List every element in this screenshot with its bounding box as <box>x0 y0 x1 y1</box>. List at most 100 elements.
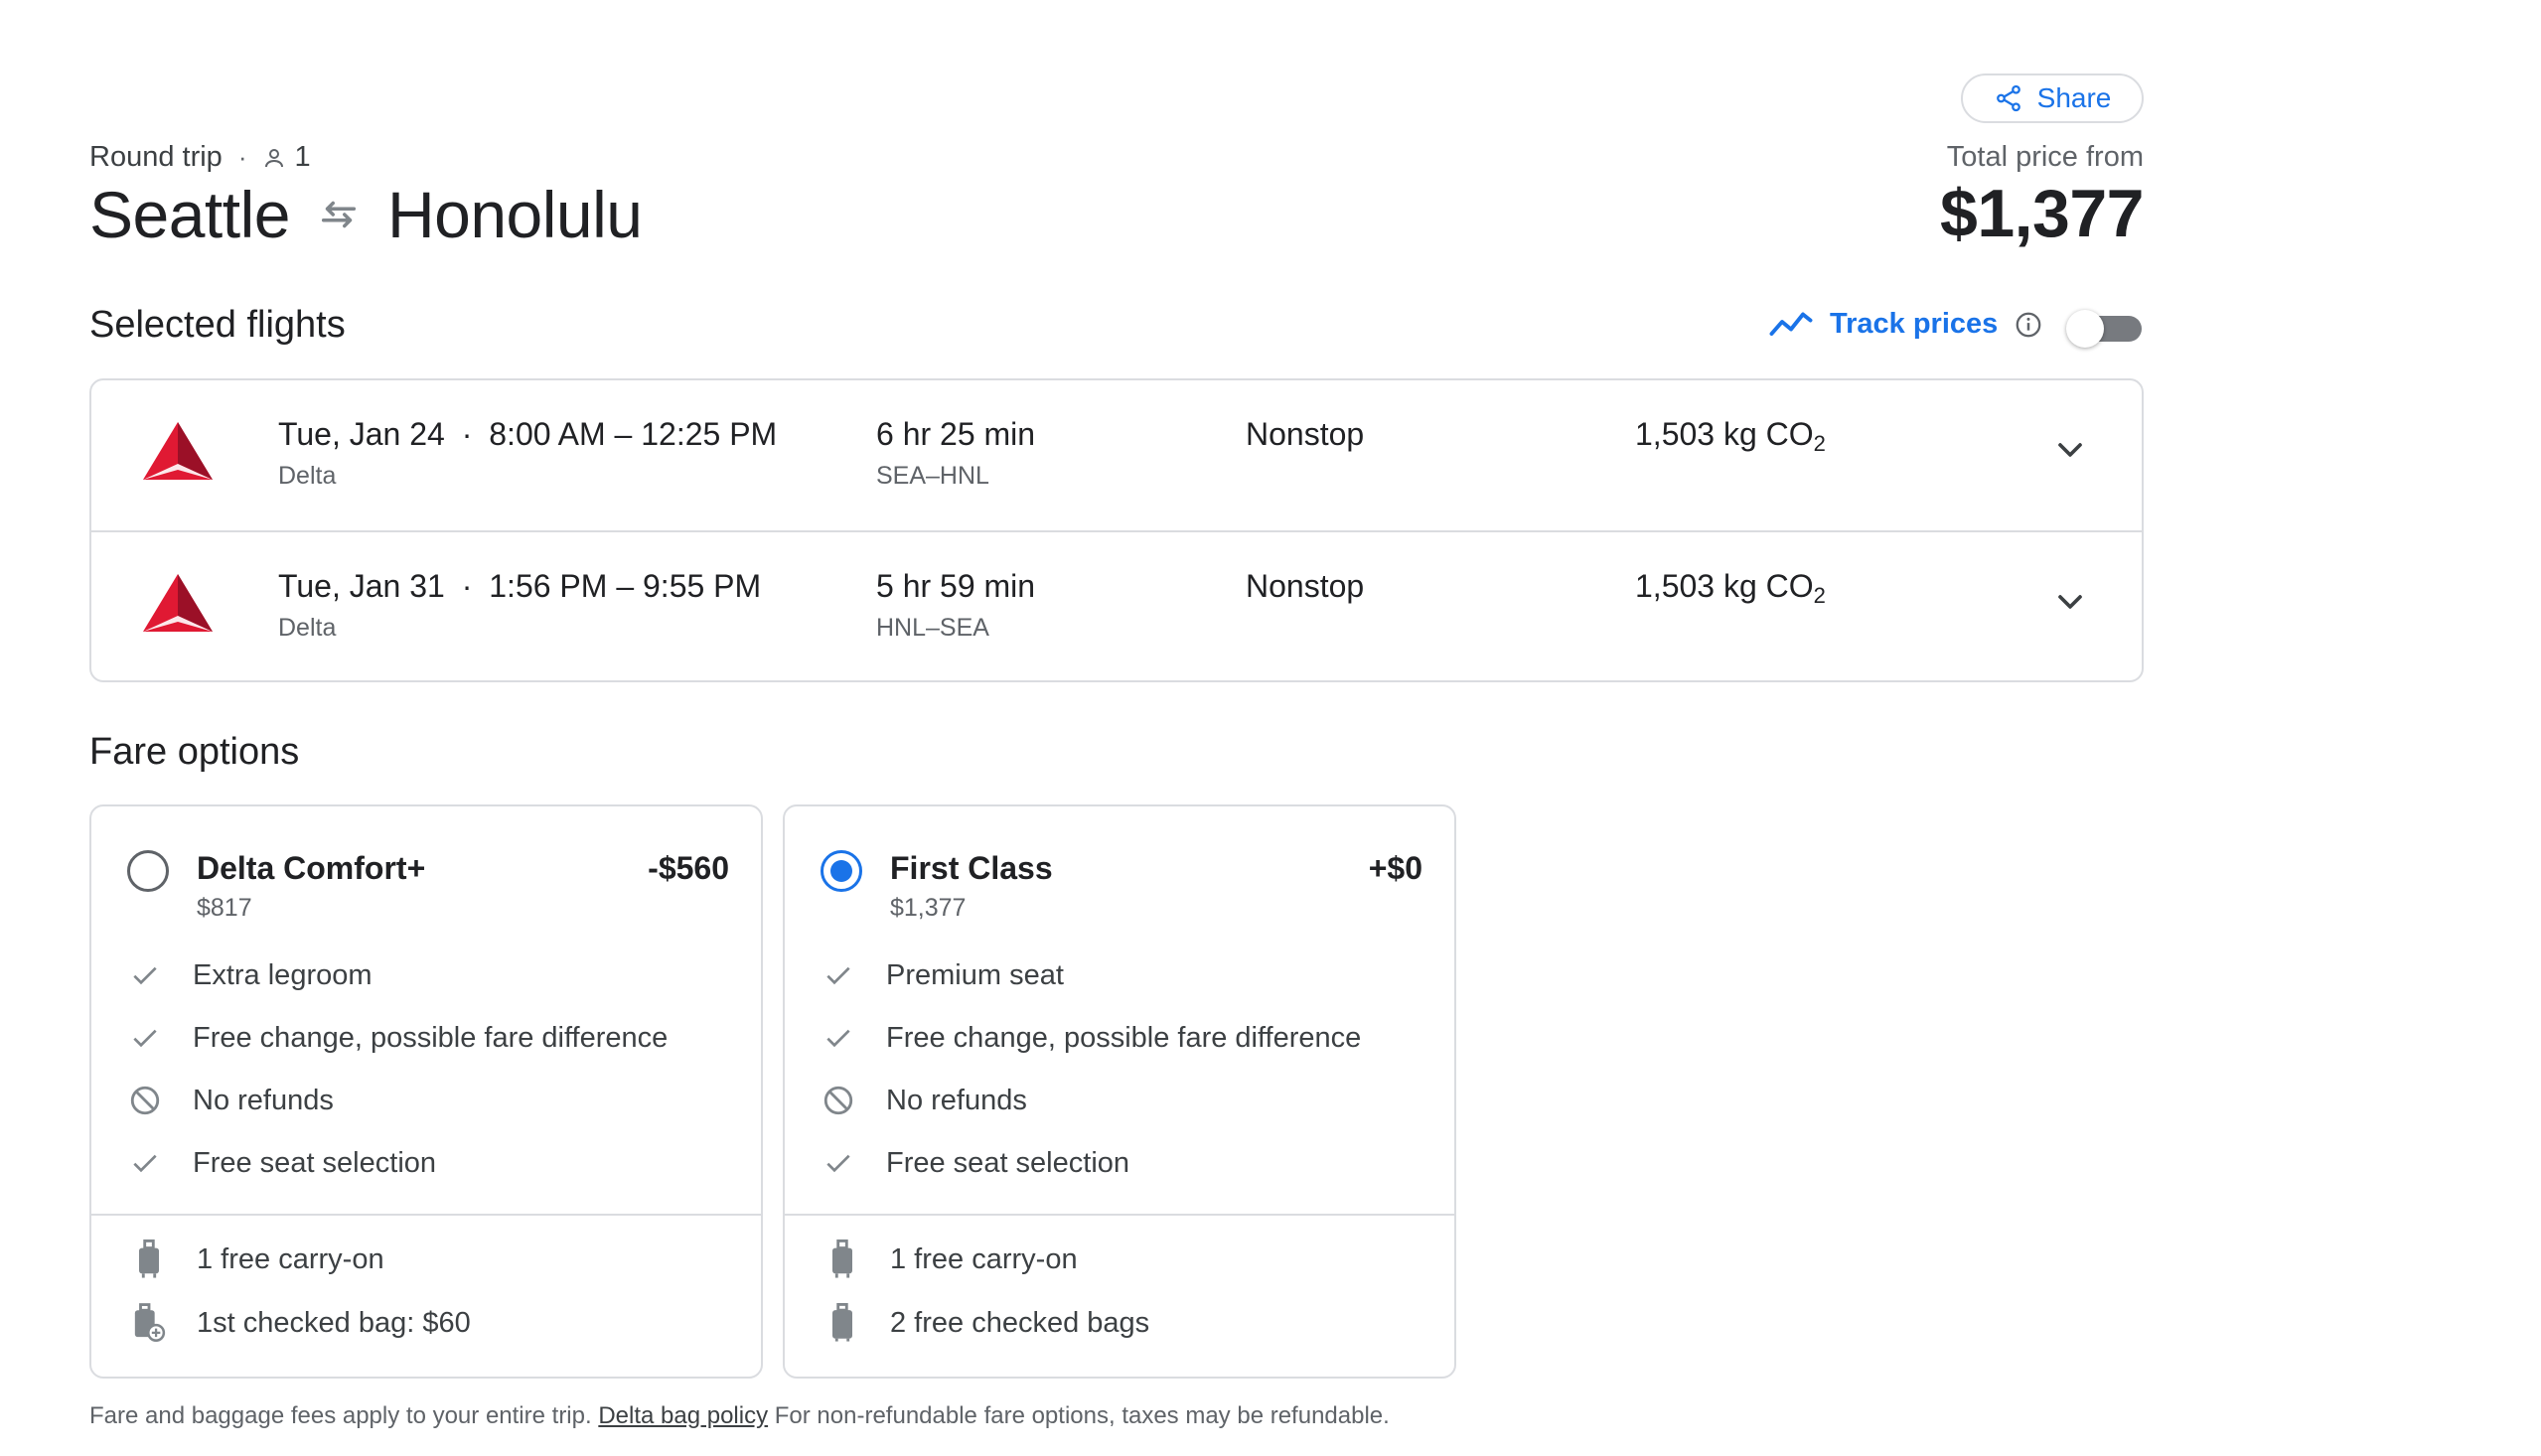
trip-meta: Round trip · 1 <box>89 141 311 174</box>
fare-name: Delta Comfort+ <box>197 850 426 886</box>
delta-logo-icon <box>143 574 213 632</box>
track-prices-toggle[interactable] <box>2066 310 2144 348</box>
footnote-text-after: For non-refundable fare options, taxes m… <box>774 1402 1390 1429</box>
checked-bag-fee-icon <box>131 1303 167 1343</box>
co2-subscript: 2 <box>1813 431 1826 456</box>
fare-price: $1,377 <box>890 894 967 922</box>
carry-on-bag-icon <box>131 1239 167 1279</box>
flight-stops: Nonstop <box>1246 416 1365 452</box>
expand-chevron-icon[interactable] <box>2050 430 2090 470</box>
info-icon[interactable] <box>2014 310 2043 340</box>
fare-price-difference: -$560 <box>648 850 729 886</box>
flight-airline: Delta <box>278 614 337 642</box>
fare-divider <box>91 1214 761 1216</box>
flight-details-page: Round trip · 1 Seattle Honolulu Share To… <box>0 0 2541 1456</box>
baggage-item: 1st checked bag: $60 <box>131 1303 471 1343</box>
passenger-count-value: 1 <box>294 141 311 173</box>
baggage-item: 1 free carry-on <box>824 1239 1078 1279</box>
check-icon <box>127 1145 163 1181</box>
flight-route: HNL–SEA <box>876 614 989 642</box>
fare-divider <box>785 1214 1454 1216</box>
fare-price: $817 <box>197 894 252 922</box>
fare-feature: Extra legroom <box>127 957 373 993</box>
fare-feature-label: Free seat selection <box>193 1146 437 1179</box>
flight-emissions: 1,503 kg CO2 <box>1635 568 1826 609</box>
fare-feature-label: No refunds <box>193 1084 334 1116</box>
flight-sep: · <box>461 416 473 452</box>
flight-duration: 6 hr 25 min <box>876 416 1036 452</box>
swap-arrows-icon <box>321 201 357 228</box>
fare-feature: Free seat selection <box>127 1145 436 1181</box>
trip-type: Round trip <box>89 141 223 173</box>
fare-feature-label: Free change, possible fare difference <box>886 1021 1362 1054</box>
flight-sep: · <box>461 568 473 604</box>
track-prices[interactable]: Track prices <box>1768 308 2043 341</box>
share-label: Share <box>2036 82 2112 113</box>
baggage-label: 1 free carry-on <box>197 1242 384 1275</box>
co2-subscript: 2 <box>1813 583 1826 608</box>
baggage-label: 2 free checked bags <box>890 1306 1150 1339</box>
fare-feature: Free seat selection <box>821 1145 1129 1181</box>
fare-feature-label: Free seat selection <box>886 1146 1130 1179</box>
fare-feature: Free change, possible fare difference <box>821 1020 1361 1056</box>
flight-row-outbound[interactable]: Tue, Jan 24 · 8:00 AM – 12:25 PM Delta 6… <box>91 380 2142 530</box>
flight-route: SEA–HNL <box>876 462 989 490</box>
fare-name: First Class <box>890 850 1053 886</box>
share-button[interactable]: Share <box>1961 73 2144 123</box>
fare-radio[interactable] <box>127 850 169 892</box>
check-icon <box>821 957 856 993</box>
flight-duration: 5 hr 59 min <box>876 568 1036 604</box>
destination-city: Honolulu <box>386 178 643 251</box>
fare-radio-selected[interactable] <box>821 850 862 892</box>
check-icon <box>821 1020 856 1056</box>
track-prices-label: Track prices <box>1830 308 1999 340</box>
total-price: $1,377 <box>1940 176 2144 251</box>
baggage-label: 1 free carry-on <box>890 1242 1078 1275</box>
share-icon <box>1996 84 2020 112</box>
fare-feature: No refunds <box>821 1083 1027 1118</box>
check-icon <box>127 957 163 993</box>
flights-card: Tue, Jan 24 · 8:00 AM – 12:25 PM Delta 6… <box>89 378 2144 682</box>
fare-feature: Premium seat <box>821 957 1064 993</box>
fare-footnote: Fare and baggage fees apply to your enti… <box>89 1402 1390 1430</box>
delta-logo-icon <box>143 422 213 480</box>
flight-date-time: Tue, Jan 31 · 1:56 PM – 9:55 PM <box>278 568 761 605</box>
meta-separator: · <box>237 142 247 172</box>
baggage-item: 2 free checked bags <box>824 1303 1149 1343</box>
flight-airline: Delta <box>278 462 337 490</box>
flight-emissions: 1,503 kg CO2 <box>1635 416 1826 457</box>
fare-options-heading: Fare options <box>89 731 300 773</box>
baggage-item: 1 free carry-on <box>131 1239 384 1279</box>
flight-times: 1:56 PM – 9:55 PM <box>489 568 762 604</box>
check-icon <box>821 1145 856 1181</box>
person-icon <box>265 148 284 167</box>
fare-feature-label: Premium seat <box>886 958 1064 991</box>
page-title: Seattle Honolulu <box>89 177 643 252</box>
checked-bag-icon <box>824 1303 860 1343</box>
co2-value: 1,503 kg CO <box>1635 568 1814 604</box>
fare-feature: Free change, possible fare difference <box>127 1020 668 1056</box>
trend-icon <box>1769 312 1813 336</box>
flight-row-return[interactable]: Tue, Jan 31 · 1:56 PM – 9:55 PM Delta 5 … <box>91 530 2142 680</box>
fare-price-difference: +$0 <box>1368 850 1422 886</box>
check-icon <box>127 1020 163 1056</box>
prohibited-icon <box>821 1083 856 1118</box>
footnote-text-before: Fare and baggage fees apply to your enti… <box>89 1402 592 1429</box>
flight-date-time: Tue, Jan 24 · 8:00 AM – 12:25 PM <box>278 416 777 453</box>
fare-feature-label: No refunds <box>886 1084 1027 1116</box>
fare-feature-label: Extra legroom <box>193 958 373 991</box>
flight-date: Tue, Jan 31 <box>278 568 445 604</box>
fare-feature: No refunds <box>127 1083 334 1118</box>
co2-value: 1,503 kg CO <box>1635 416 1814 452</box>
baggage-label: 1st checked bag: $60 <box>197 1306 471 1339</box>
fare-card-first-class[interactable]: First Class $1,377 +$0 Premium seat Free… <box>783 804 1456 1379</box>
prohibited-icon <box>127 1083 163 1118</box>
fare-feature-label: Free change, possible fare difference <box>193 1021 669 1054</box>
origin-city: Seattle <box>89 178 290 251</box>
toggle-knob <box>2066 310 2104 348</box>
expand-chevron-icon[interactable] <box>2050 582 2090 622</box>
delta-bag-policy-link[interactable]: Delta bag policy <box>598 1402 768 1429</box>
fare-card-comfort-plus[interactable]: Delta Comfort+ $817 -$560 Extra legroom … <box>89 804 763 1379</box>
flight-stops: Nonstop <box>1246 568 1365 604</box>
flight-date: Tue, Jan 24 <box>278 416 445 452</box>
